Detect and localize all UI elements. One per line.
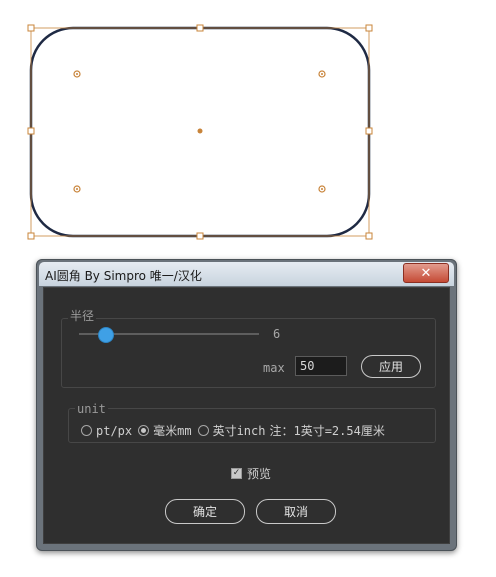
close-button[interactable]: ✕	[403, 263, 449, 283]
dialog-title: AI圆角 By Simpro 唯一/汉化	[45, 269, 202, 283]
handle-middle-left[interactable]	[27, 127, 35, 135]
unit-note: 注：1英寸=2.54厘米	[269, 424, 385, 438]
apply-button-label: 应用	[378, 360, 403, 374]
unit-option-inch[interactable]: 英寸inch	[197, 422, 266, 439]
preview-checkbox[interactable]: ✓	[231, 468, 242, 479]
dialog-titlebar[interactable]: AI圆角 By Simpro 唯一/汉化 ✕	[39, 262, 454, 286]
handle-bottom-left[interactable]	[27, 232, 35, 240]
handle-bottom-right[interactable]	[365, 232, 373, 240]
handle-top-left[interactable]	[27, 24, 35, 32]
corner-widget-dot-tl	[76, 73, 78, 75]
radius-slider-thumb[interactable]	[98, 327, 114, 343]
max-label: max	[263, 361, 285, 375]
radio-inch[interactable]	[197, 425, 209, 436]
cancel-button-label: 取消	[283, 505, 308, 519]
unit-option-label: 毫米mm	[153, 424, 192, 438]
apply-button[interactable]: 应用	[361, 355, 421, 378]
round-corner-dialog: AI圆角 By Simpro 唯一/汉化 ✕ 半径 6 max 应用 unit …	[36, 259, 457, 551]
corner-widget-dot-br	[321, 188, 323, 190]
radius-slider-value: 6	[273, 327, 281, 341]
preview-label: 预览	[247, 467, 272, 481]
preview-checkbox-row[interactable]: ✓ 预览	[231, 465, 271, 482]
radio-mm[interactable]	[138, 425, 150, 436]
unit-option-label: 英寸inch	[212, 424, 266, 438]
max-input[interactable]	[295, 356, 347, 376]
handle-top-right[interactable]	[365, 24, 373, 32]
check-icon: ✓	[232, 468, 241, 478]
artwork-svg[interactable]	[0, 0, 496, 250]
unit-radio-row: pt/px 毫米mm 英寸inch 注：1英寸=2.54厘米	[81, 422, 385, 439]
handle-top-middle[interactable]	[196, 24, 204, 32]
unit-option-label: pt/px	[96, 423, 133, 438]
ok-button-label: 确定	[192, 505, 217, 519]
handle-middle-right[interactable]	[365, 127, 373, 135]
dialog-body: 半径 6 max 应用 unit pt/px 毫米mm 英寸inch 注：1英	[43, 287, 450, 544]
radius-group-label: 半径	[68, 307, 97, 324]
unit-option-mm[interactable]: 毫米mm	[138, 422, 192, 439]
handle-bottom-middle[interactable]	[196, 232, 204, 240]
center-point	[197, 128, 203, 134]
close-icon: ✕	[420, 265, 432, 281]
artboard-canvas[interactable]	[0, 0, 496, 250]
corner-widget-dot-tr	[321, 73, 323, 75]
radio-ptpx[interactable]	[81, 425, 92, 436]
corner-widget-dot-bl	[76, 188, 78, 190]
unit-option-ptpx[interactable]: pt/px	[81, 424, 132, 438]
unit-group-label: unit	[75, 402, 108, 416]
cancel-button[interactable]: 取消	[256, 499, 336, 524]
ok-button[interactable]: 确定	[165, 499, 245, 524]
